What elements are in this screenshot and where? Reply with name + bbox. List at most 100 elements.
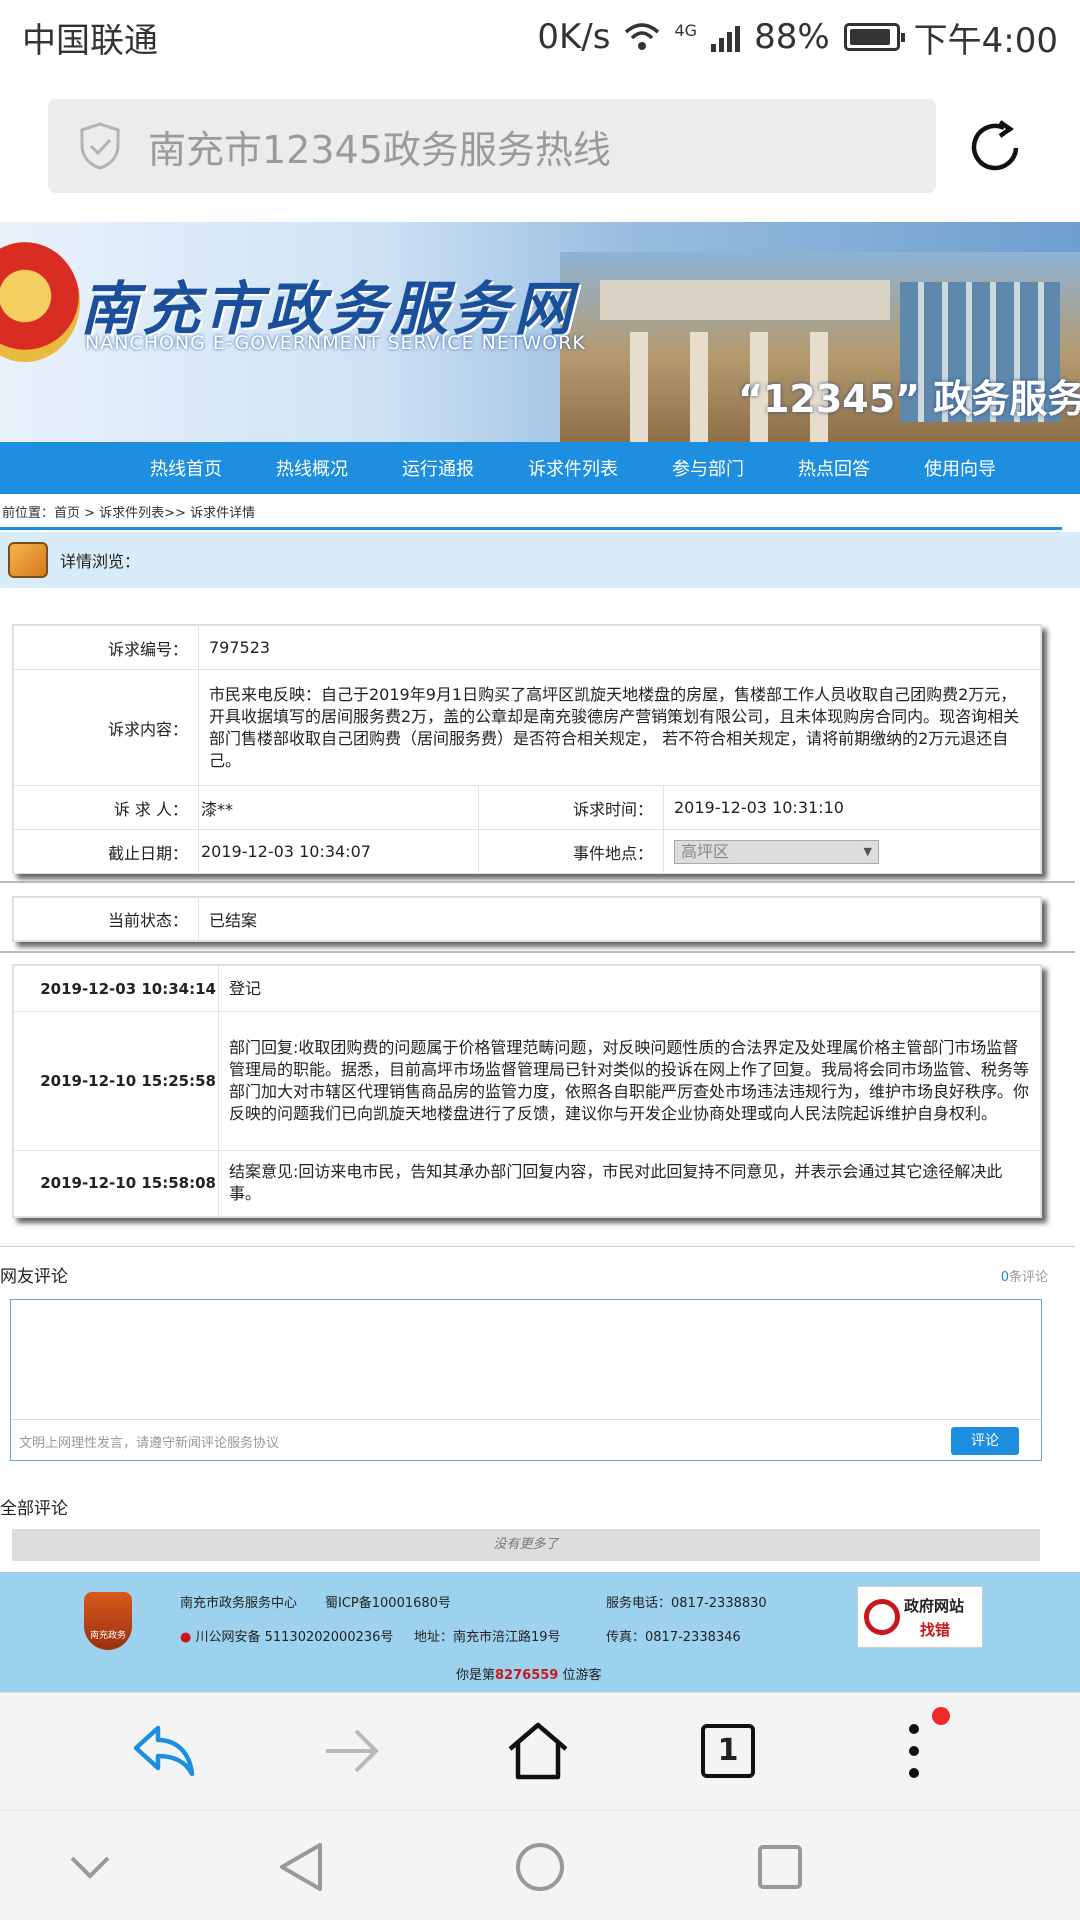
nav-overview[interactable]: 热线概况: [276, 455, 348, 481]
timeline-time: 2019-12-03 10:34:14: [13, 964, 219, 1013]
status-label: 当前状态：: [13, 897, 199, 941]
visitor-counter: 你是第8276559 位游客: [456, 1664, 602, 1683]
footer-phone: 服务电话：0817-2338830: [606, 1596, 767, 1611]
nav-report[interactable]: 运行通报: [402, 455, 474, 481]
arrow-right-icon: [326, 1729, 379, 1773]
no-more-comments[interactable]: 没有更多了: [12, 1529, 1040, 1561]
status-bar: 中国联通 0K/s 4G 88% 下午4:00: [0, 0, 1080, 74]
location-value: 高坪区: [681, 841, 730, 861]
deadline-value: 2019-12-03 10:34:07: [198, 829, 479, 874]
book-icon: [8, 542, 48, 578]
footer-logo-icon: 南充政务: [84, 1592, 132, 1650]
footer-org: 南充市政务服务中心: [180, 1596, 298, 1611]
timeline-text: 结案意见:回访来电市民，告知其承办部门回复内容，市民对此回复持不同意见，并表示会…: [218, 1149, 1041, 1218]
footer-icp[interactable]: 蜀ICP备10001680号: [325, 1592, 451, 1611]
requester-label: 诉 求 人：: [13, 785, 199, 830]
request-id-value: 797523: [198, 625, 1041, 670]
request-time-value: 2019-12-03 10:31:10: [663, 785, 1041, 830]
national-emblem-icon: [0, 242, 80, 362]
visitor-count: 8276559: [495, 1668, 559, 1683]
detail-header: 详情浏览：: [0, 532, 1080, 588]
shield-icon: [80, 122, 120, 170]
comment-submit-button[interactable]: 评论: [951, 1427, 1019, 1455]
detail-header-label: 详情浏览：: [60, 552, 141, 571]
footer-police-text: 川公网安备 51130202000236号: [195, 1630, 394, 1645]
tabs-icon: 1: [701, 1724, 755, 1778]
visitor-prefix: 你是第: [456, 1668, 496, 1683]
footer-address: 地址：南充市涪江路19号: [414, 1630, 561, 1645]
nav-guide[interactable]: 使用向导: [924, 455, 996, 481]
system-back-button[interactable]: [272, 1839, 328, 1895]
reload-icon[interactable]: [966, 118, 1024, 176]
divider: [0, 1246, 1075, 1247]
nav-departments[interactable]: 参与部门: [672, 455, 744, 481]
requester-value: 漆**: [198, 785, 479, 830]
table-row: 2019-12-10 15:58:08 结案意见:回访来电市民，告知其承办部门回…: [13, 1149, 1041, 1218]
nav-hot-answers[interactable]: 热点回答: [798, 455, 870, 481]
timeline-time: 2019-12-10 15:58:08: [13, 1149, 219, 1218]
gov-badge-line1: 政府网站: [904, 1597, 965, 1615]
system-recents-button[interactable]: [752, 1839, 808, 1895]
magnifier-icon: [864, 1599, 900, 1635]
triangle-back-icon: [280, 1843, 322, 1891]
comment-count-number: 0: [1000, 1270, 1009, 1285]
breadcrumb: 前位置：首页 > 诉求件列表>> 诉求件详情: [2, 506, 256, 521]
tabs-button[interactable]: 1: [692, 1715, 764, 1787]
browser-toolbar: 1: [0, 1692, 1080, 1810]
home-button[interactable]: [502, 1715, 574, 1787]
timeline-time: 2019-12-10 15:25:58: [13, 1011, 219, 1151]
comment-count: 0条评论: [1001, 1266, 1048, 1285]
breadcrumb-divider: [0, 527, 1062, 530]
request-content-value: 市民来电反映：自己于2019年9月1日购买了高坪区凯旋天地楼盘的房屋，售楼部工作…: [198, 669, 1041, 786]
footer-police[interactable]: ● 川公网安备 51130202000236号: [180, 1626, 393, 1645]
status-value: 已结案: [198, 897, 1041, 941]
status-icons: 0K/s 4G 88% 下午4:00: [537, 13, 1058, 62]
system-home-button[interactable]: [512, 1839, 568, 1895]
request-id-label: 诉求编号：: [13, 625, 199, 670]
timeline-text: 登记: [218, 964, 1041, 1013]
status-table: 当前状态： 已结案: [12, 896, 1042, 942]
request-time-label: 诉求时间：: [478, 785, 664, 830]
nav-request-list[interactable]: 诉求件列表: [528, 455, 618, 481]
battery-icon: [843, 23, 905, 51]
table-row: 2019-12-03 10:34:14 登记: [13, 964, 1041, 1013]
divider: [0, 951, 1075, 953]
main-nav: 热线首页 热线概况 运行通报 诉求件列表 参与部门 热点回答 使用向导: [0, 442, 1080, 494]
site-subtitle: NANCHONG E-GOVERNMENT SERVICE NETWORK: [85, 332, 586, 354]
more-vertical-icon: [909, 1724, 919, 1778]
collapse-button[interactable]: [62, 1839, 118, 1895]
divider: [0, 881, 1075, 883]
gov-badge-line2: 找错: [920, 1621, 951, 1639]
gov-site-error-report-badge[interactable]: 政府网站 找错: [857, 1586, 983, 1648]
network-type: 4G: [674, 20, 698, 40]
page-title: 南充市12345政务服务热线: [148, 127, 611, 172]
system-navigation-bar: [0, 1810, 1080, 1920]
carrier: 中国联通: [22, 20, 158, 61]
site-banner: 南充市政务服务网 NANCHONG E-GOVERNMENT SERVICE N…: [0, 222, 1080, 442]
menu-button[interactable]: [878, 1715, 950, 1787]
location-label: 事件地点：: [478, 829, 664, 874]
reply-back-icon: [133, 1725, 195, 1777]
forward-button[interactable]: [316, 1715, 388, 1787]
comment-form: 文明上网理性发言，请遵守新闻评论服务协议 评论: [10, 1299, 1042, 1461]
back-button[interactable]: [128, 1715, 200, 1787]
signal-icon: [711, 22, 741, 52]
circle-home-icon: [516, 1843, 564, 1891]
chevron-down-icon: [70, 1856, 110, 1879]
location-cell: 高坪区 ▼: [663, 829, 1041, 874]
clock: 下午4:00: [913, 20, 1058, 61]
address-bar[interactable]: 南充市12345政务服务热线: [48, 99, 936, 193]
timeline-text: 部门回复:收取团购费的问题属于价格管理范畴问题，对反映问题性质的合法界定及处理属…: [218, 1011, 1041, 1151]
chevron-down-icon: ▼: [863, 844, 872, 858]
network-speed: 0K/s: [537, 17, 611, 57]
table-row: 2019-12-10 15:25:58 部门回复:收取团购费的问题属于价格管理范…: [13, 1011, 1041, 1151]
location-select[interactable]: 高坪区 ▼: [674, 839, 879, 864]
site-footer: 南充政务 南充市政务服务中心 蜀ICP备10001680号 ● 川公网安备 51…: [0, 1572, 1080, 1692]
wifi-icon: [625, 23, 660, 50]
all-comments-title: 全部评论: [0, 1499, 68, 1519]
deadline-label: 截止日期：: [13, 829, 199, 874]
hotline-title: “12345” 政务服务热线: [738, 377, 1080, 421]
nav-home[interactable]: 热线首页: [150, 455, 222, 481]
comment-textarea[interactable]: [11, 1300, 1041, 1420]
battery-percent: 88%: [754, 17, 830, 57]
